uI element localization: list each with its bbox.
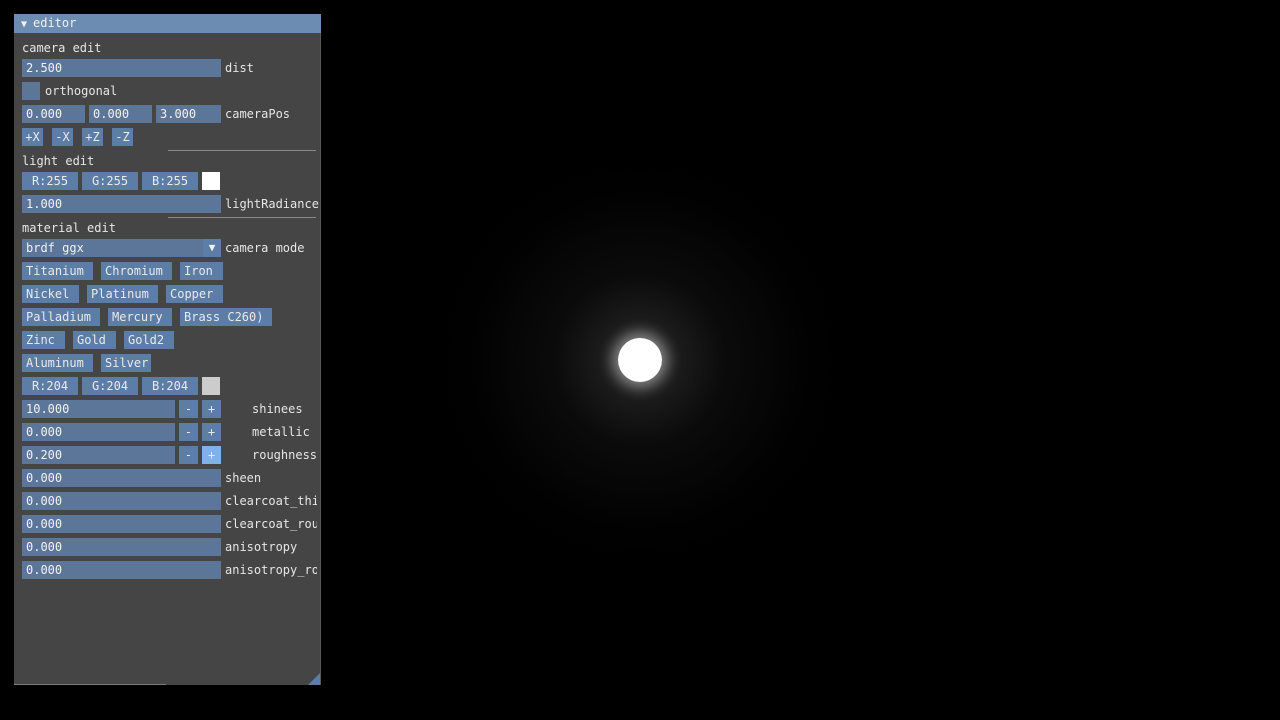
metallic-plus-button[interactable]: + xyxy=(202,423,221,441)
editor-titlebar[interactable]: ▼ editor xyxy=(14,14,321,33)
preset-mercury-button[interactable]: Mercury xyxy=(108,308,172,326)
material-r-field[interactable]: R:204 xyxy=(22,377,78,395)
camera-pos-label: cameraPos xyxy=(225,107,291,121)
anisotropy-field[interactable]: 0.000 xyxy=(22,538,221,556)
preset-gold-button[interactable]: Gold xyxy=(73,331,116,349)
camera-mode-label: camera mode xyxy=(225,241,305,255)
light-b-field[interactable]: B:255 xyxy=(142,172,198,190)
editor-title: editor xyxy=(33,16,77,30)
clearcoat-roughness-field[interactable]: 0.000 xyxy=(22,515,221,533)
panel-bottom-border xyxy=(14,684,166,685)
camera-pos-x-field[interactable]: 0.000 xyxy=(22,105,85,123)
material-section-label: material edit xyxy=(22,221,116,235)
clearcoat-roughness-label: clearcoat_rou xyxy=(225,517,317,531)
camera-mode-select[interactable]: brdf ggx xyxy=(22,239,203,257)
material-b-field[interactable]: B:204 xyxy=(142,377,198,395)
orthogonal-label: orthogonal xyxy=(45,84,118,98)
anisotropy-rotation-label: anisotropy_ro xyxy=(225,563,317,577)
preset-platinum-button[interactable]: Platinum xyxy=(87,285,158,303)
camera-separator xyxy=(168,150,316,151)
camera-pos-z-field[interactable]: 3.000 xyxy=(156,105,221,123)
light-section-label: light edit xyxy=(22,154,95,168)
roughness-field[interactable]: 0.200 xyxy=(22,446,175,464)
roughness-label: roughness xyxy=(252,448,318,462)
preset-brass-button[interactable]: Brass C260) xyxy=(180,308,272,326)
preset-copper-button[interactable]: Copper xyxy=(166,285,223,303)
metallic-field[interactable]: 0.000 xyxy=(22,423,175,441)
editor-panel: ▼ editor camera edit 2.500 dist orthogona… xyxy=(14,14,321,685)
camera-section-label: camera edit xyxy=(22,41,102,55)
preset-iron-button[interactable]: Iron xyxy=(180,262,223,280)
rendered-sphere xyxy=(618,338,662,382)
preset-nickel-button[interactable]: Nickel xyxy=(22,285,79,303)
material-g-field[interactable]: G:204 xyxy=(82,377,138,395)
roughness-plus-button[interactable]: + xyxy=(202,446,221,464)
clearcoat-thickness-label: clearcoat_thi xyxy=(225,494,317,508)
dropdown-arrow-icon[interactable]: ▼ xyxy=(203,239,221,257)
preset-aluminum-button[interactable]: Aluminum xyxy=(22,354,93,372)
shinees-field[interactable]: 10.000 xyxy=(22,400,175,418)
resize-grip-icon[interactable] xyxy=(308,673,320,685)
sheen-label: sheen xyxy=(225,471,262,485)
light-radiance-field[interactable]: 1.000 xyxy=(22,195,221,213)
camera-minus-z-button[interactable]: -Z xyxy=(112,128,133,146)
roughness-minus-button[interactable]: - xyxy=(179,446,198,464)
anisotropy-rotation-field[interactable]: 0.000 xyxy=(22,561,221,579)
light-separator xyxy=(168,217,316,218)
preset-gold2-button[interactable]: Gold2 xyxy=(124,331,174,349)
preset-chromium-button[interactable]: Chromium xyxy=(101,262,172,280)
clearcoat-thickness-field[interactable]: 0.000 xyxy=(22,492,221,510)
material-color-swatch[interactable] xyxy=(202,377,220,395)
triangle-down-icon[interactable]: ▼ xyxy=(21,15,33,34)
light-radiance-label: lightRadiance xyxy=(225,197,319,211)
orthogonal-checkbox[interactable] xyxy=(22,82,40,100)
dist-label: dist xyxy=(225,61,254,75)
camera-plus-z-button[interactable]: +Z xyxy=(82,128,103,146)
shinees-plus-button[interactable]: + xyxy=(202,400,221,418)
light-color-swatch[interactable] xyxy=(202,172,220,190)
camera-minus-x-button[interactable]: -X xyxy=(52,128,73,146)
light-g-field[interactable]: G:255 xyxy=(82,172,138,190)
preset-titanium-button[interactable]: Titanium xyxy=(22,262,93,280)
camera-pos-y-field[interactable]: 0.000 xyxy=(89,105,152,123)
metallic-label: metallic xyxy=(252,425,310,439)
metallic-minus-button[interactable]: - xyxy=(179,423,198,441)
preset-palladium-button[interactable]: Palladium xyxy=(22,308,100,326)
preset-silver-button[interactable]: Silver xyxy=(101,354,151,372)
shinees-label: shinees xyxy=(252,402,303,416)
sheen-field[interactable]: 0.000 xyxy=(22,469,221,487)
camera-plus-x-button[interactable]: +X xyxy=(22,128,43,146)
preset-zinc-button[interactable]: Zinc xyxy=(22,331,65,349)
anisotropy-label: anisotropy xyxy=(225,540,298,554)
light-r-field[interactable]: R:255 xyxy=(22,172,78,190)
dist-field[interactable]: 2.500 xyxy=(22,59,221,77)
shinees-minus-button[interactable]: - xyxy=(179,400,198,418)
